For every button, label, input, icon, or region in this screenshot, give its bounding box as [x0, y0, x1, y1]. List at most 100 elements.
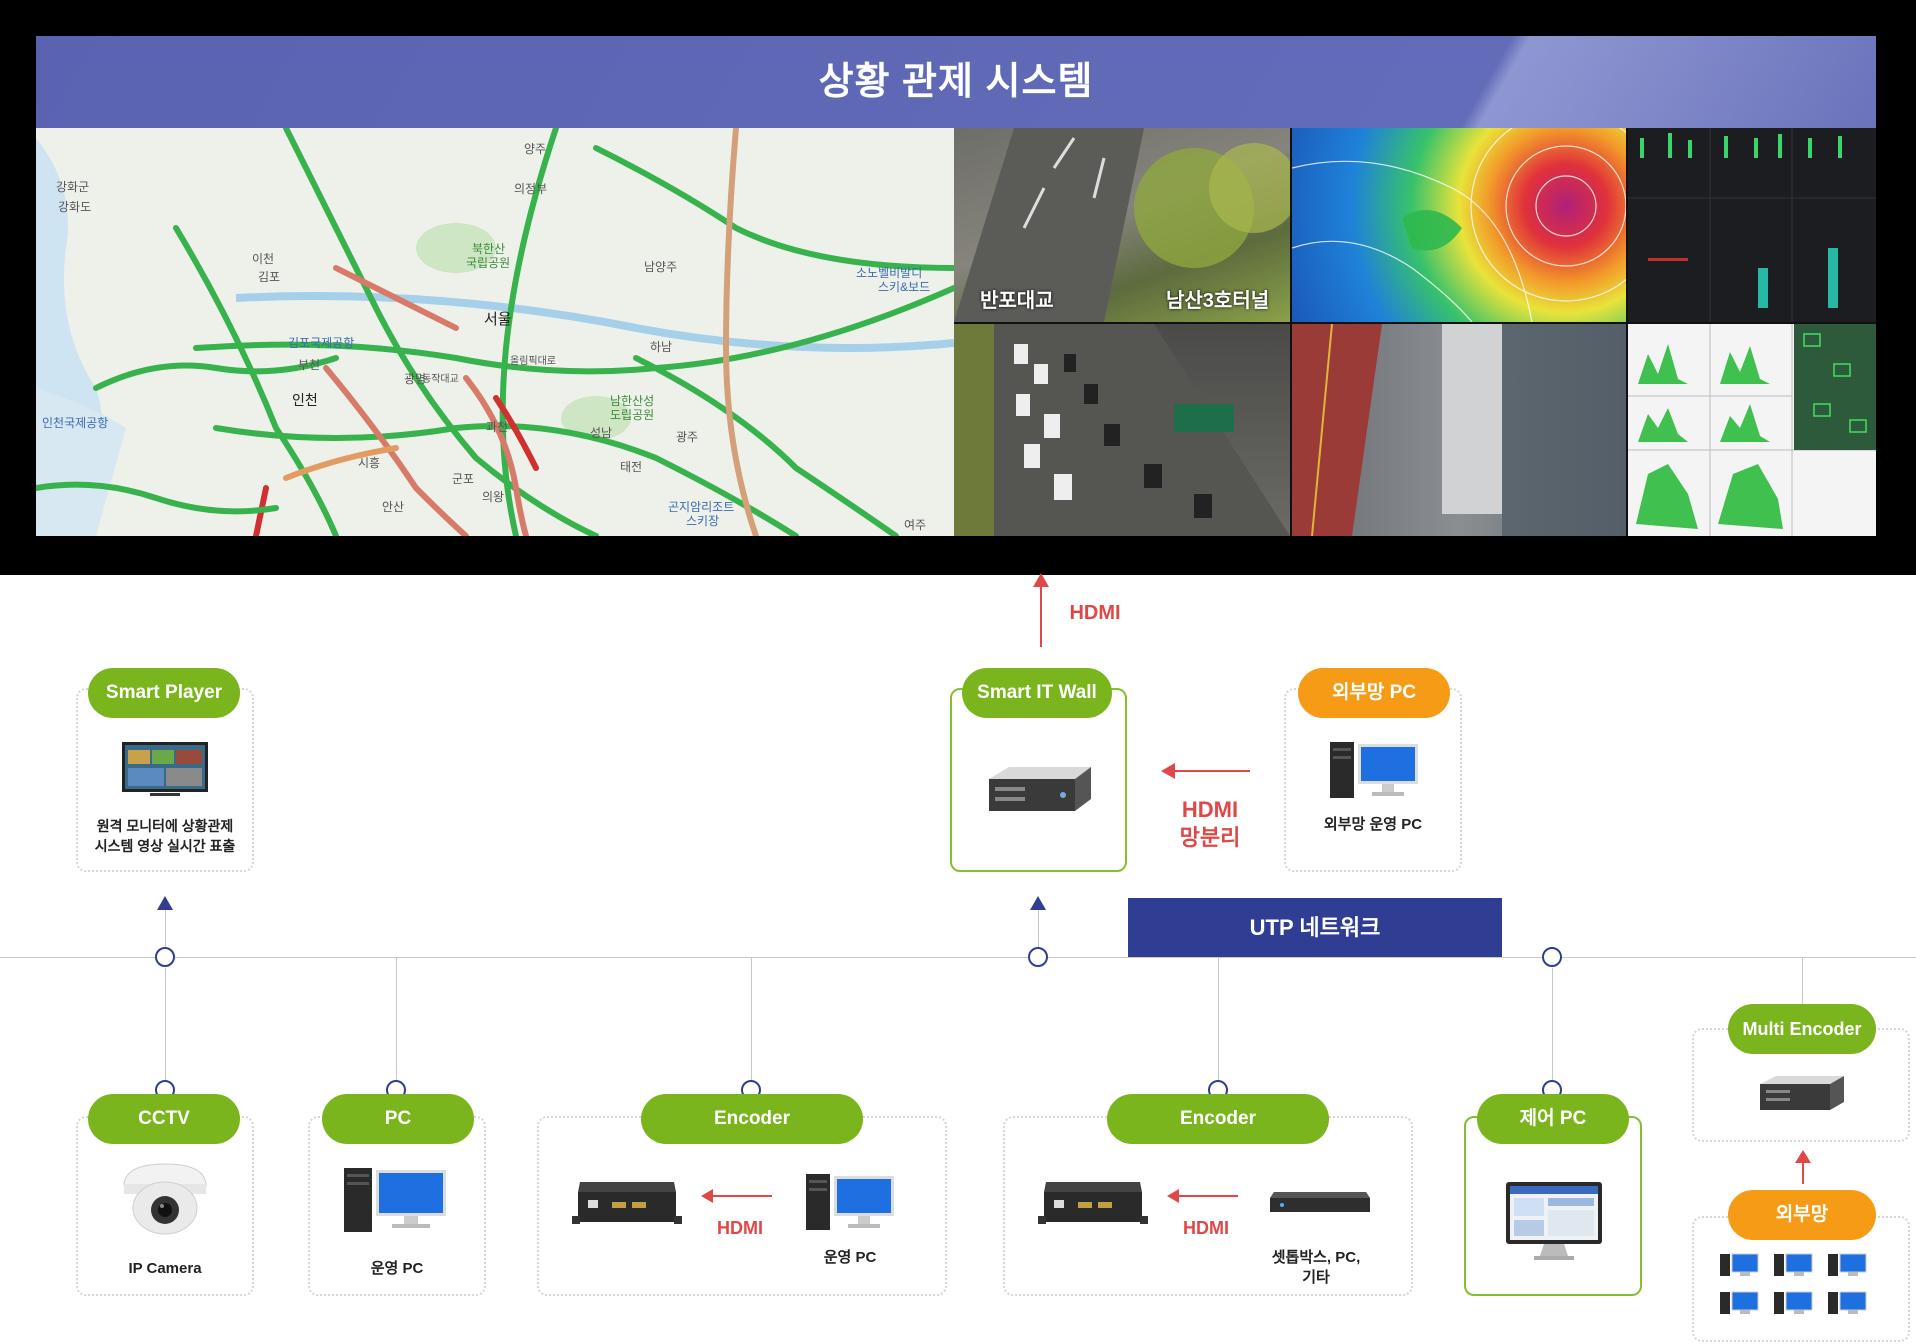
bridge-scene: [1292, 324, 1626, 536]
connector: [1218, 958, 1219, 1088]
map-label: 인천국제공항: [42, 416, 109, 430]
map-label: 과천: [486, 420, 509, 434]
map-label: 의왕: [482, 490, 505, 504]
wall-title: 상황 관제 시스템: [36, 36, 1876, 128]
map-label: 서울: [484, 311, 512, 328]
pc-caption: 운영 PC: [370, 1260, 424, 1277]
map-label: 스키&보드: [878, 280, 931, 294]
map-label: 양주: [524, 142, 547, 156]
cctv-feed-traffic: [954, 324, 1290, 536]
encoder1-caption: 운영 PC: [823, 1249, 877, 1266]
encoder-device-icon: [1038, 1182, 1148, 1224]
map-label: 시흥: [358, 456, 381, 470]
map-label: 강화군: [56, 180, 90, 194]
control-pc-pill: 제어 PC: [1477, 1094, 1629, 1144]
server-rack-icon: [1760, 1076, 1844, 1110]
map-label: 하남: [650, 340, 673, 354]
connector: [751, 958, 752, 1088]
weather-map: [1292, 128, 1626, 322]
connector: [1802, 958, 1803, 1010]
map-label: 인천: [292, 392, 318, 408]
tv-monitor-icon: [122, 742, 208, 796]
cctv-label: 반포대교: [980, 290, 1054, 312]
bridge-cam: [1292, 324, 1626, 536]
cctv-caption: IP Camera: [128, 1260, 202, 1277]
video-wall-screen: 상황 관제 시스템 강화군 강화도 김포 이천 양주 의정부 북한산 국립공원 …: [36, 36, 1876, 536]
bar-panels: [1628, 128, 1876, 322]
chart-thumbs: [1628, 324, 1876, 536]
smart-player-pill: Smart Player: [88, 668, 240, 718]
map-label: 여주: [904, 518, 927, 532]
arrow-line: [1173, 770, 1250, 772]
isobars: [1292, 128, 1626, 322]
map-label: 올림픽대로: [510, 356, 556, 367]
set-top-box-icon: [1270, 1192, 1370, 1212]
traffic-scene: [954, 324, 1290, 536]
desktop-pc-icon: [806, 1174, 894, 1230]
map-label: 성남: [590, 426, 613, 440]
arrow-line: [1178, 1195, 1238, 1197]
network-node: [1028, 947, 1048, 967]
ext-pc-caption: 외부망 운영 PC: [1323, 816, 1423, 833]
map-label: 이천: [252, 252, 275, 266]
multi-encoder-pill: Multi Encoder: [1728, 1004, 1876, 1054]
utp-network-line: [0, 957, 1916, 958]
encoder1-hdmi-label: HDMI: [717, 1218, 763, 1238]
map-label: 남양주: [644, 260, 678, 274]
encoder2-hdmi-label: HDMI: [1183, 1218, 1229, 1238]
pc-pill: PC: [322, 1094, 474, 1144]
encoder2-pill: Encoder: [1107, 1094, 1329, 1144]
ext-pc-pill: 외부망 PC: [1298, 668, 1450, 718]
map-label: 동작대교: [422, 374, 459, 385]
desktop-pc-icon: [344, 1168, 446, 1232]
ip-camera-icon: [123, 1163, 207, 1235]
cctv-feed-banpo: 반포대교 남산3호터널: [954, 128, 1290, 322]
pc-cluster-icon: [1720, 1253, 1867, 1314]
arrow-line: [1802, 1162, 1804, 1184]
connector: [165, 968, 166, 1088]
map-label: 부천: [298, 358, 321, 372]
analytics-panel: [1628, 128, 1876, 322]
encoder-device-icon: [572, 1182, 682, 1224]
hdmi-split-line2: 망분리: [1179, 825, 1241, 850]
utp-network-banner: UTP 네트워크: [1128, 898, 1502, 957]
network-node: [1542, 947, 1562, 967]
caption-line: 셋톱박스, PC,: [1271, 1249, 1361, 1266]
desktop-pc-icon: [1330, 742, 1418, 798]
hdmi-up-label: HDMI: [1069, 602, 1121, 624]
map-label: 의정부: [514, 182, 548, 196]
map-label: 스키장: [686, 514, 720, 528]
up-arrow-icon: [1030, 896, 1046, 910]
map-label: 태전: [620, 460, 643, 474]
server-rack-icon: [989, 767, 1091, 811]
map-label: 국립공원: [466, 256, 511, 270]
arrow-line: [712, 1195, 772, 1197]
smart-it-wall-pill: Smart IT Wall: [962, 668, 1112, 718]
caption-line: 시스템 영상 실시간 표출: [94, 838, 236, 854]
map-label: 김포: [258, 270, 281, 284]
hdmi-up-line: [1040, 585, 1042, 647]
map-label: 안산: [382, 500, 405, 514]
map-label: 김포국제공항: [288, 336, 355, 350]
caption-line: 기타: [1302, 1269, 1330, 1286]
map-label: 광주: [676, 430, 699, 444]
map-label: 강화도: [58, 200, 92, 214]
encoder2-caption: 셋톱박스, PC, 기타: [1246, 1248, 1386, 1288]
map-label: 도립공원: [610, 408, 655, 422]
control-monitor-icon: [1506, 1182, 1602, 1260]
encoder1-pill: Encoder: [641, 1094, 863, 1144]
chart-mosaic: [1628, 324, 1876, 536]
cctv-pill: CCTV: [88, 1094, 240, 1144]
hdmi-split-line1: HDMI: [1181, 797, 1239, 822]
caption-line: 원격 모니터에 상황관제: [96, 818, 234, 834]
cctv-label: 남산3호터널: [1166, 290, 1270, 312]
connector: [1552, 968, 1553, 1088]
ext-net-pill: 외부망: [1728, 1190, 1876, 1240]
up-arrow-icon: [157, 896, 173, 910]
network-node: [155, 947, 175, 967]
smart-player-caption: 원격 모니터에 상황관제 시스템 영상 실시간 표출: [76, 816, 254, 856]
map-label: 군포: [452, 472, 475, 486]
traffic-map: 강화군 강화도 김포 이천 양주 의정부 북한산 국립공원 남양주 서울 광명 …: [36, 128, 954, 536]
hdmi-split-label: HDMI 망분리: [1150, 796, 1270, 852]
map-roads: [36, 128, 954, 536]
